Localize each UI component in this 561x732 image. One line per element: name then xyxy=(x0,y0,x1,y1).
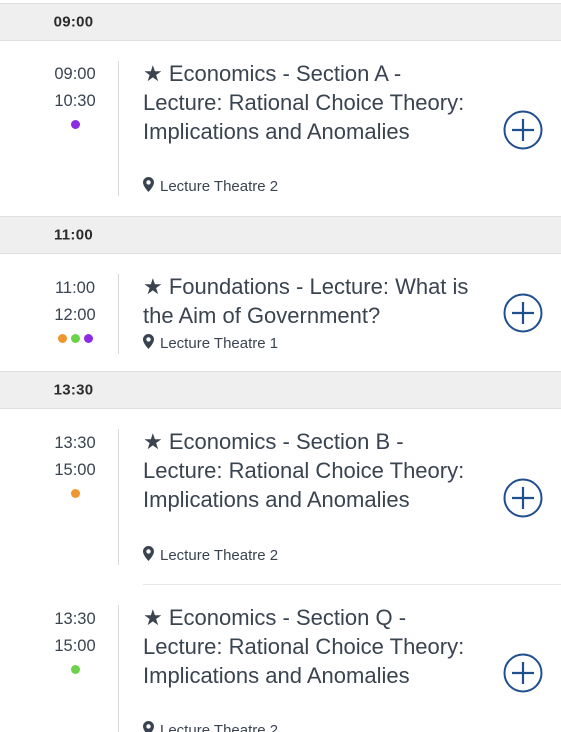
event-end-time: 15:00 xyxy=(54,637,96,655)
location-label: Lecture Theatre 1 xyxy=(160,335,279,352)
section-time: 09:00 xyxy=(53,13,94,31)
event-end-time: 15:00 xyxy=(54,461,96,479)
add-to-schedule-button[interactable] xyxy=(503,653,543,693)
event-location: Lecture Theatre 2 xyxy=(143,721,278,732)
event-divider xyxy=(118,61,119,196)
schedule-event[interactable]: 11:00 12:00 ★ Foundations - Lecture: Wha… xyxy=(0,254,561,371)
track-dot-green xyxy=(70,665,80,674)
track-dot-green xyxy=(70,334,80,343)
event-title[interactable]: ★ Economics - Section A - Lecture: Ratio… xyxy=(143,59,478,146)
track-dot-purple xyxy=(70,120,80,129)
track-dot-purple xyxy=(83,334,93,343)
section-time: 13:30 xyxy=(53,381,94,399)
event-title[interactable]: ★ Economics - Section B - Lecture: Ratio… xyxy=(143,427,478,514)
map-pin-icon xyxy=(143,546,154,565)
schedule-event[interactable]: 13:30 15:00 ★ Economics - Section Q - Le… xyxy=(0,585,561,732)
schedule-event[interactable]: 09:00 10:30 ★ Economics - Section A - Le… xyxy=(0,41,561,216)
add-to-schedule-button[interactable] xyxy=(503,110,543,150)
map-pin-icon xyxy=(143,721,154,732)
event-location: Lecture Theatre 2 xyxy=(143,177,278,196)
event-start-time: 13:30 xyxy=(54,610,96,628)
add-to-schedule-button[interactable] xyxy=(503,293,543,333)
add-to-schedule-button[interactable] xyxy=(503,478,543,518)
track-dots xyxy=(30,334,120,343)
schedule-event[interactable]: 13:30 15:00 ★ Economics - Section B - Le… xyxy=(0,409,561,584)
event-start-time: 13:30 xyxy=(54,434,96,452)
event-times: 13:30 15:00 xyxy=(30,606,120,674)
event-divider xyxy=(118,605,119,732)
section-header: 09:00 xyxy=(0,3,561,41)
event-location: Lecture Theatre 2 xyxy=(143,546,278,565)
event-end-time: 12:00 xyxy=(54,306,96,324)
event-end-time: 10:30 xyxy=(54,92,96,110)
track-dots xyxy=(30,665,120,674)
event-divider xyxy=(118,429,119,565)
event-start-time: 09:00 xyxy=(54,65,96,83)
plus-circle-icon xyxy=(503,110,543,150)
track-dots xyxy=(30,120,120,129)
location-label: Lecture Theatre 2 xyxy=(160,547,279,564)
section-header: 11:00 xyxy=(0,216,561,254)
location-label: Lecture Theatre 2 xyxy=(160,178,279,195)
event-divider xyxy=(118,274,119,354)
location-label: Lecture Theatre 2 xyxy=(160,722,279,732)
event-title[interactable]: ★ Foundations - Lecture: What is the Aim… xyxy=(143,272,478,330)
section-header: 13:30 xyxy=(0,371,561,409)
plus-circle-icon xyxy=(503,478,543,518)
track-dot-orange xyxy=(70,489,80,498)
event-start-time: 11:00 xyxy=(54,279,96,297)
event-location: Lecture Theatre 1 xyxy=(143,334,278,353)
map-pin-icon xyxy=(143,177,154,196)
event-title[interactable]: ★ Economics - Section Q - Lecture: Ratio… xyxy=(143,603,478,690)
plus-circle-icon xyxy=(503,653,543,693)
plus-circle-icon xyxy=(503,293,543,333)
section-time: 11:00 xyxy=(53,226,94,244)
map-pin-icon xyxy=(143,334,154,353)
event-times: 13:30 15:00 xyxy=(30,430,120,498)
track-dot-orange xyxy=(57,334,67,343)
event-times: 09:00 10:30 xyxy=(30,61,120,129)
track-dots xyxy=(30,489,120,498)
event-times: 11:00 12:00 xyxy=(30,275,120,343)
